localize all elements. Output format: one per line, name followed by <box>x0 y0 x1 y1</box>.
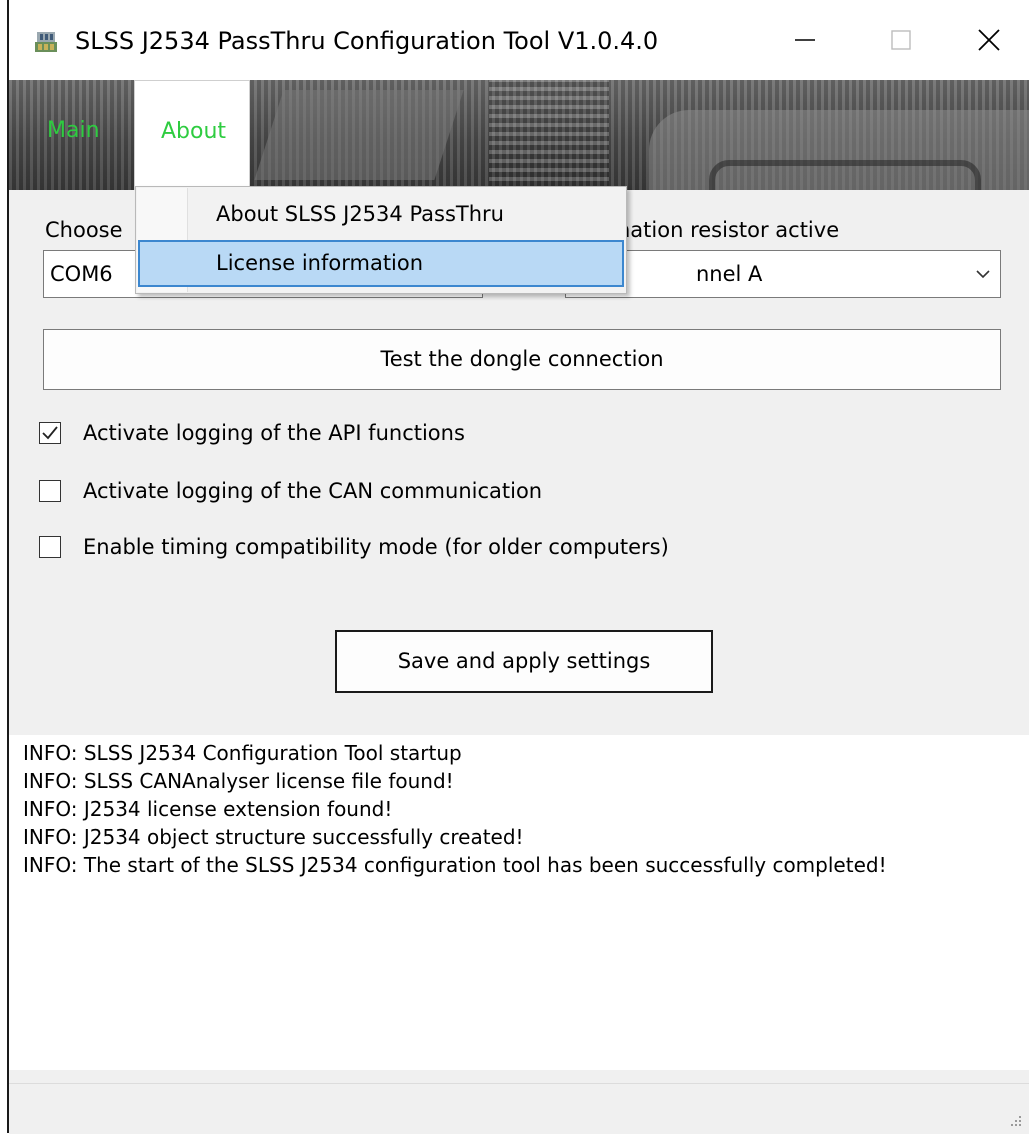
log-line: INFO: The start of the SLSS J2534 config… <box>13 851 1025 879</box>
api-logging-checkbox[interactable] <box>39 422 61 444</box>
channel-select[interactable]: nnel A <box>565 250 1001 298</box>
save-settings-button[interactable]: Save and apply settings <box>335 630 713 693</box>
menu-item-about-passthru[interactable]: About SLSS J2534 PassThru <box>138 192 624 239</box>
log-line: INFO: J2534 license extension found! <box>23 797 393 821</box>
can-logging-label: Activate logging of the CAN communicatio… <box>83 479 543 503</box>
banner-decoration <box>709 160 981 190</box>
log-line: INFO: SLSS CANAnalyser license file foun… <box>23 769 454 793</box>
about-dropdown-menu: About SLSS J2534 PassThru License inform… <box>135 186 627 294</box>
checkmark-icon <box>42 426 58 440</box>
banner-decoration <box>489 80 609 190</box>
status-bar <box>9 1083 1029 1134</box>
maximize-icon <box>891 30 911 50</box>
app-window: SLSS J2534 PassThru Configuration Tool V… <box>7 0 1029 1134</box>
menu-about[interactable]: About <box>134 80 250 190</box>
com-port-label: Choose <box>45 218 123 242</box>
com-port-value: COM6 <box>50 262 113 286</box>
menu-about-label: About <box>161 119 227 144</box>
timing-compat-option[interactable]: Enable timing compatibility mode (for ol… <box>39 533 669 561</box>
can-logging-option[interactable]: Activate logging of the CAN communicatio… <box>39 477 542 505</box>
menu-item-license-information[interactable]: License information <box>138 240 624 287</box>
maximize-button[interactable] <box>861 0 941 80</box>
resize-grip-icon[interactable] <box>1007 1112 1023 1128</box>
chevron-down-icon <box>976 270 990 279</box>
test-connection-button[interactable]: Test the dongle connection <box>43 329 1001 390</box>
close-icon <box>978 29 1000 51</box>
title-bar[interactable]: SLSS J2534 PassThru Configuration Tool V… <box>9 0 1029 80</box>
channel-value: nnel A <box>696 262 763 286</box>
window-title: SLSS J2534 PassThru Configuration Tool V… <box>75 27 659 55</box>
api-logging-label: Activate logging of the API functions <box>83 421 465 445</box>
log-line: INFO: SLSS J2534 Configuration Tool star… <box>23 741 462 765</box>
api-logging-option[interactable]: Activate logging of the API functions <box>39 419 465 447</box>
can-logging-checkbox[interactable] <box>39 480 61 502</box>
timing-compat-label: Enable timing compatibility mode (for ol… <box>83 535 669 559</box>
banner-decoration <box>254 90 464 180</box>
minimize-icon <box>795 39 815 41</box>
close-button[interactable] <box>949 0 1029 80</box>
timing-compat-checkbox[interactable] <box>39 536 61 558</box>
log-line: INFO: J2534 object structure successfull… <box>23 825 524 849</box>
minimize-button[interactable] <box>765 0 845 80</box>
termination-label: nation resistor active <box>617 218 840 242</box>
log-output[interactable]: INFO: SLSS J2534 Configuration Tool star… <box>9 735 1029 1070</box>
log-line-text: INFO: The start of the SLSS J2534 config… <box>23 853 887 877</box>
app-icon <box>35 32 57 52</box>
menu-main[interactable]: Main <box>47 118 100 143</box>
